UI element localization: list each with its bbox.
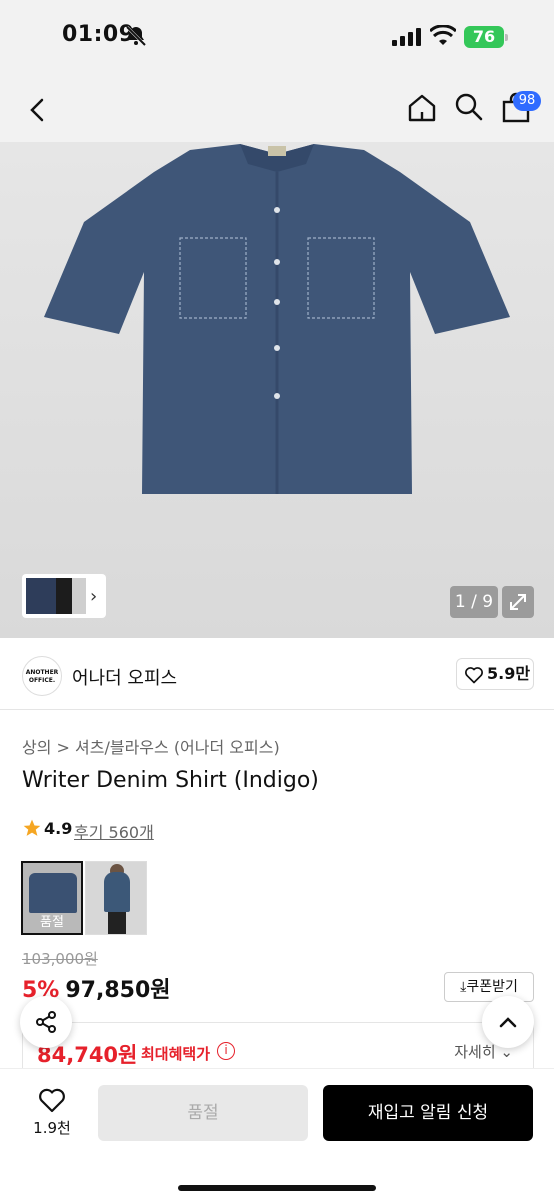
thumbnail-black [56, 578, 72, 614]
model-legs [108, 912, 126, 934]
home-indicator [178, 1185, 376, 1191]
scroll-top-button[interactable] [482, 996, 534, 1048]
detail-label: 자세히 [454, 1043, 496, 1061]
heart-icon [465, 667, 483, 684]
option-image [29, 873, 77, 913]
share-icon [36, 1011, 56, 1033]
review-count-link[interactable]: 후기 560개 [74, 819, 184, 843]
category-breadcrumb[interactable]: 상의 > 셔츠/블라우스 (어나더 오피스) [22, 734, 280, 758]
home-icon[interactable] [406, 92, 438, 124]
coupon-button[interactable]: ⤓쿠폰받기 [444, 972, 534, 1002]
cart-count-badge: 98 [513, 91, 541, 111]
option-thumbnail-indigo[interactable]: 품절 [21, 861, 83, 935]
product-image-gallery[interactable]: › 1 / 9 [0, 142, 554, 638]
star-icon [23, 819, 41, 836]
share-button[interactable] [20, 996, 72, 1048]
model-shirt [104, 872, 130, 912]
thumbnail-grey [72, 578, 86, 614]
sale-price: 97,850원 [65, 978, 171, 1003]
brand-row[interactable]: ANOTHER OFFICE. 어나더 오피스 5.9만 [0, 638, 554, 710]
option-thumbnail-model[interactable] [85, 861, 147, 935]
thumbnail-indigo [26, 578, 56, 614]
brand-logo[interactable]: ANOTHER OFFICE. [22, 656, 62, 696]
product-title: Writer Denim Shirt (Indigo) [22, 768, 319, 793]
expand-button[interactable] [502, 586, 534, 618]
max-benefit-box[interactable]: 84,740원 최대혜택가 i 자세히 ⌄ [22, 1022, 534, 1072]
sold-out-button: 품절 [98, 1085, 308, 1141]
status-bar: 01:09 76 [0, 0, 554, 78]
brand-like-count: 5.9만 [487, 664, 531, 683]
benefit-label: 최대혜택가 [141, 1045, 211, 1063]
chevron-right-icon: › [90, 586, 98, 607]
wishlist-button[interactable]: 1.9천 [24, 1087, 80, 1138]
coupon-label: 쿠폰받기 [466, 979, 518, 995]
image-thumbnail-strip[interactable]: › [22, 574, 106, 618]
original-price: 103,000원 [22, 950, 98, 968]
sold-out-label: 품절 [40, 915, 64, 930]
info-icon[interactable]: i [217, 1042, 235, 1060]
signal-icon [392, 28, 421, 46]
product-image [44, 144, 510, 494]
top-navbar: 98 [0, 78, 554, 142]
chevron-up-icon [499, 1017, 517, 1028]
restock-alert-button[interactable]: 재입고 알림 신청 [323, 1085, 533, 1141]
brand-like-button[interactable]: 5.9만 [456, 658, 534, 690]
expand-icon [510, 594, 526, 610]
brand-name[interactable]: 어나더 오피스 [72, 664, 177, 690]
battery-indicator: 76 [464, 26, 508, 48]
bottom-action-bar: 1.9천 품절 재입고 알림 신청 [0, 1068, 554, 1200]
back-icon[interactable] [24, 96, 52, 124]
image-pager: 1 / 9 [450, 586, 498, 618]
wishlist-count: 1.9천 [33, 1119, 71, 1137]
search-icon[interactable] [454, 92, 484, 122]
heart-icon [39, 1088, 65, 1113]
wifi-icon [430, 25, 456, 45]
bell-muted-icon [125, 25, 147, 47]
rating-score: 4.9 [44, 819, 73, 838]
